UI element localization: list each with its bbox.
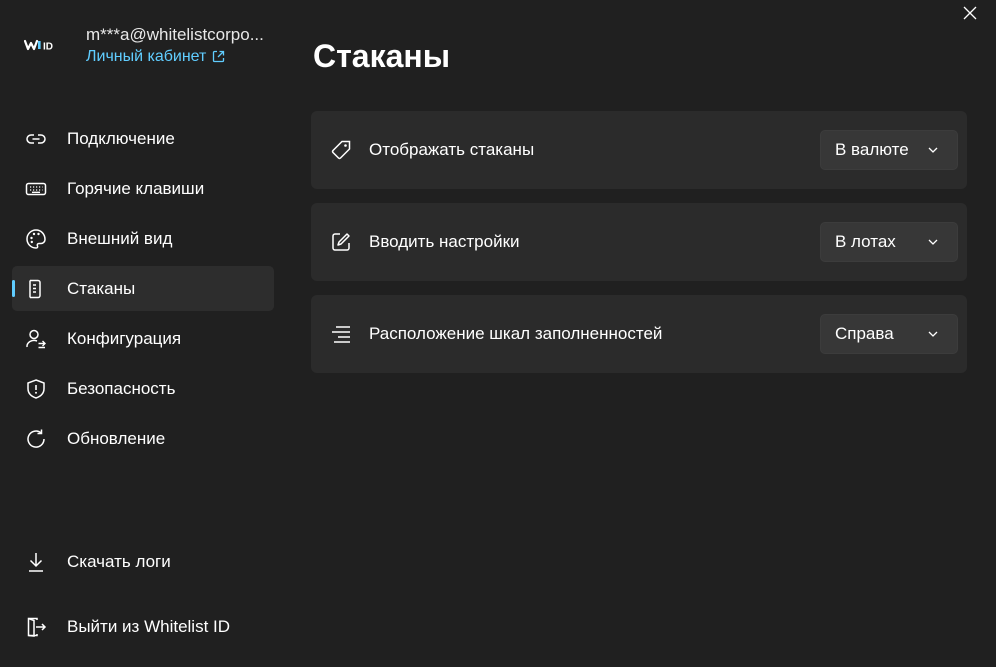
logout-section: Выйти из Whitelist ID [12, 604, 274, 654]
select-value: В лотах [835, 232, 896, 251]
sidebar-item-update[interactable]: Обновление [12, 416, 274, 461]
download-logs-label: Скачать логи [67, 551, 171, 571]
sidebar-item-label: Обновление [67, 428, 166, 448]
display-orderbooks-select[interactable]: В валюте [820, 130, 958, 170]
sidebar-item-label: Подключение [67, 128, 175, 148]
sidebar-item-label: Стаканы [67, 278, 136, 298]
setting-display-orderbooks: Отображать стаканы В валюте [311, 111, 967, 189]
external-link-icon [213, 50, 225, 63]
fill-bar-position-select[interactable]: Справа [820, 314, 958, 354]
account-email: m***a@whitelistcorpo... [86, 24, 264, 44]
download-icon [29, 552, 43, 572]
settings-list: Отображать стаканы В валюте Вводить наст… [311, 111, 967, 387]
close-button[interactable] [944, 0, 996, 26]
download-logs-section: Скачать логи [12, 539, 274, 589]
chevron-down-icon [928, 331, 938, 337]
chevron-down-icon [928, 147, 938, 153]
sidebar-item-security[interactable]: Безопасность [12, 366, 274, 411]
account-header: ID m***a@whitelistcorpo... Личный кабине… [24, 20, 284, 70]
sidebar-nav: Подключение Горячие клавиши Внешний вид [12, 116, 274, 466]
sidebar-item-label: Внешний вид [67, 228, 173, 248]
logout-label: Выйти из Whitelist ID [67, 616, 231, 636]
personal-cabinet-link[interactable]: Личный кабинет [86, 48, 264, 66]
svg-text:ID: ID [43, 42, 53, 53]
settings-window: ID m***a@whitelistcorpo... Личный кабине… [0, 0, 996, 667]
select-value: В валюте [835, 140, 909, 159]
sidebar-item-connection[interactable]: Подключение [12, 116, 274, 161]
setting-fill-bar-position: Расположение шкал заполненностей Справа [311, 295, 967, 373]
link-icon [26, 133, 46, 144]
sidebar-item-hotkeys[interactable]: Горячие клавиши [12, 166, 274, 211]
refresh-icon [27, 429, 45, 448]
sidebar-item-orderbooks[interactable]: Стаканы [12, 266, 274, 311]
account-info: m***a@whitelistcorpo... Личный кабинет [86, 25, 264, 66]
close-icon [963, 6, 977, 20]
whitelist-id-logo: ID [24, 39, 53, 53]
sidebar-item-appearance[interactable]: Внешний вид [12, 216, 274, 261]
align-right-icon [332, 326, 350, 343]
user-sync-icon [26, 329, 46, 348]
sidebar-item-label: Горячие клавиши [67, 178, 205, 198]
setting-label: Расположение шкал заполненностей [369, 324, 663, 343]
orderbook-icon [29, 279, 41, 298]
input-settings-select[interactable]: В лотах [820, 222, 958, 262]
shield-icon [27, 378, 45, 399]
select-value: Справа [835, 324, 894, 343]
edit-icon [332, 233, 350, 251]
tag-icon [331, 140, 351, 160]
keyboard-icon [25, 182, 47, 195]
setting-label: Отображать стаканы [369, 140, 535, 159]
palette-icon [26, 228, 46, 249]
page-title: Стаканы [313, 38, 451, 74]
chevron-down-icon [928, 239, 938, 245]
download-logs-button[interactable]: Скачать логи [12, 539, 274, 584]
sidebar-item-label: Конфигурация [67, 328, 182, 348]
logout-button[interactable]: Выйти из Whitelist ID [12, 604, 274, 649]
sidebar-item-configuration[interactable]: Конфигурация [12, 316, 274, 361]
setting-input-settings: Вводить настройки В лотах [311, 203, 967, 281]
sidebar-item-label: Безопасность [67, 378, 176, 398]
personal-cabinet-label: Личный кабинет [86, 47, 207, 65]
setting-label: Вводить настройки [369, 232, 520, 251]
sign-out-icon [27, 617, 47, 637]
